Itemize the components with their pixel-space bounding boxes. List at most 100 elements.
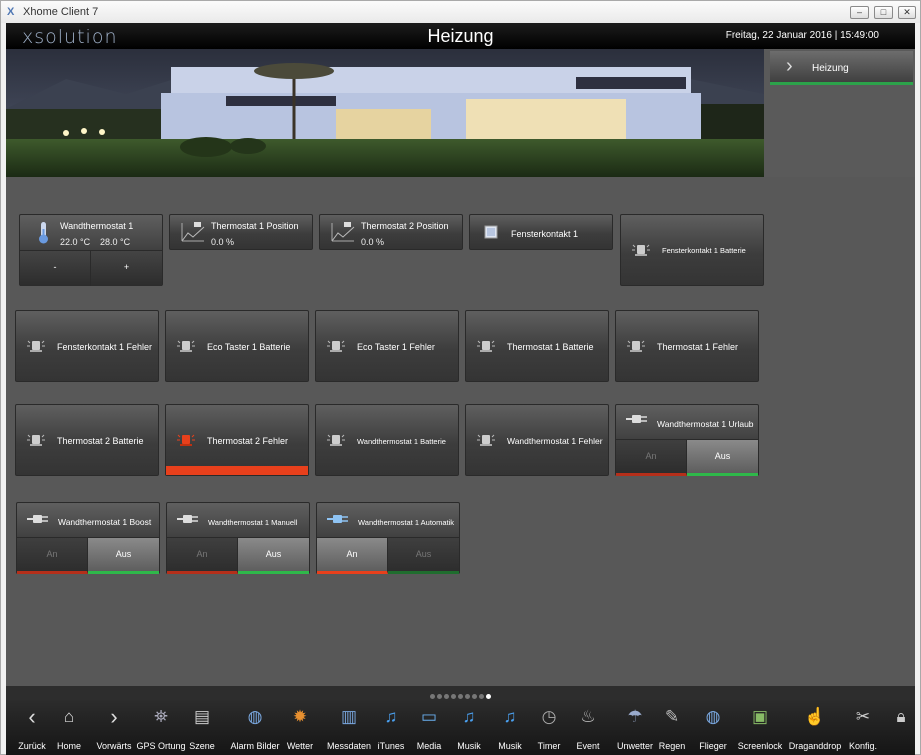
window-icon bbox=[484, 225, 498, 239]
tile-wandthermostat-1-batterie[interactable]: Wandthermostat 1 Batterie bbox=[315, 404, 459, 476]
tile-label: Fensterkontakt 1 bbox=[511, 229, 579, 239]
tile-thermostat-2-fehler[interactable]: Thermostat 2 Fehler bbox=[165, 404, 309, 476]
toolbar-label: Screenlock bbox=[737, 741, 783, 751]
increase-button[interactable]: + bbox=[91, 251, 162, 286]
page-dot[interactable] bbox=[430, 694, 435, 699]
navigation-panel: › Heizung bbox=[764, 49, 915, 177]
picture-icon: ▣ bbox=[751, 707, 769, 726]
tile-label: Thermostat 1 Fehler bbox=[657, 342, 739, 352]
tile-thermostat-1-batterie[interactable]: Thermostat 1 Batterie bbox=[465, 310, 609, 382]
off-button[interactable]: Aus bbox=[238, 538, 309, 574]
plug-icon bbox=[626, 415, 647, 423]
tile-wandthermostat-1-fehler[interactable]: Wandthermostat 1 Fehler bbox=[465, 404, 609, 476]
datetime-display: Freitag, 22 Januar 2016 | 15:49:00 bbox=[725, 30, 879, 41]
on-button[interactable]: An bbox=[616, 440, 687, 476]
lock-button[interactable]: 🔒︎ bbox=[878, 700, 921, 755]
tile-wandthermostat-1-automatik: Wandthermostat 1 Automatik An Aus bbox=[316, 502, 460, 574]
tile-label: Wandthermostat 1 Fehler bbox=[507, 436, 603, 446]
actual-temperature: 22.0 °C bbox=[60, 237, 91, 247]
toggle-switch: An Aus bbox=[616, 439, 758, 476]
title-bar: X Xhome Client 7 – □ ✕ bbox=[1, 1, 920, 23]
globe-icon: ◍ bbox=[705, 707, 721, 726]
toolbar-label: Szene bbox=[189, 741, 215, 751]
page-dot[interactable] bbox=[472, 694, 477, 699]
tile-label: Thermostat 2 Batterie bbox=[57, 436, 144, 446]
siren-icon bbox=[477, 340, 495, 352]
tile-label: Eco Taster 1 Fehler bbox=[357, 342, 435, 352]
tile-fensterkontakt-1-batterie[interactable]: Fensterkontakt 1 Batterie bbox=[620, 214, 764, 286]
wetter-button[interactable]: ✹ Wetter bbox=[277, 700, 323, 755]
nav-heizung-button[interactable]: › Heizung bbox=[770, 51, 913, 85]
alarm-status-bar bbox=[166, 466, 308, 475]
maximize-button[interactable]: □ bbox=[874, 6, 893, 19]
on-button[interactable]: An bbox=[317, 538, 388, 574]
page-dot[interactable] bbox=[458, 694, 463, 699]
tile-thermostat-1-position[interactable]: Thermostat 1 Position 0.0 % bbox=[169, 214, 313, 250]
tile-label: Wandthermostat 1 Manuell bbox=[208, 518, 298, 527]
plug-chart-icon bbox=[331, 222, 355, 242]
page-dot-active[interactable] bbox=[486, 694, 491, 699]
house-image bbox=[6, 49, 764, 177]
tile-eco-taster-1-fehler[interactable]: Eco Taster 1 Fehler bbox=[315, 310, 459, 382]
tile-fensterkontakt-1[interactable]: Fensterkontakt 1 bbox=[469, 214, 613, 250]
tile-eco-taster-1-batterie[interactable]: Eco Taster 1 Batterie bbox=[165, 310, 309, 382]
position-value: 0.0 % bbox=[361, 237, 385, 247]
page-dot[interactable] bbox=[444, 694, 449, 699]
tile-wandthermostat-1-manuell: Wandthermostat 1 Manuell An Aus bbox=[166, 502, 310, 574]
tile-label: Thermostat 1 Position bbox=[211, 221, 299, 231]
off-button[interactable]: Aus bbox=[687, 440, 758, 476]
tile-fensterkontakt-1-fehler[interactable]: Fensterkontakt 1 Fehler bbox=[15, 310, 159, 382]
page-dot[interactable] bbox=[479, 694, 484, 699]
setpoint-controls: - + bbox=[20, 250, 162, 286]
off-button[interactable]: Aus bbox=[88, 538, 159, 574]
tile-label: Wandthermostat 1 Urlaub bbox=[657, 419, 754, 429]
music-note-icon: ♫ bbox=[462, 707, 476, 726]
page-dot[interactable] bbox=[465, 694, 470, 699]
header-bar: xsolution Heizung Freitag, 22 Januar 201… bbox=[6, 23, 915, 49]
lock-icon: 🔒︎ bbox=[896, 707, 906, 726]
off-button[interactable]: Aus bbox=[388, 538, 459, 574]
tile-label: Wandthermostat 1 Boost bbox=[58, 517, 152, 527]
application-window: X Xhome Client 7 – □ ✕ xsolution Heizung… bbox=[0, 0, 921, 755]
flieger-button[interactable]: ◍ Flieger bbox=[690, 700, 736, 755]
page-dot[interactable] bbox=[451, 694, 456, 699]
page-dot[interactable] bbox=[437, 694, 442, 699]
toggle-switch: An Aus bbox=[317, 537, 459, 574]
satellite-icon: ⛯ bbox=[154, 707, 168, 726]
plug-active-icon bbox=[327, 515, 348, 523]
close-button[interactable]: ✕ bbox=[898, 6, 916, 19]
clapperboard-icon: ▤ bbox=[193, 707, 211, 726]
globe-icon: ◍ bbox=[247, 707, 263, 726]
tile-label: Fensterkontakt 1 Fehler bbox=[57, 342, 153, 352]
bottom-toolbar: ‹ Zurück ⌂ Home › Vorwärts ⛯ GPS Ortung ▤ Sze… bbox=[6, 700, 915, 755]
siren-icon bbox=[27, 434, 45, 446]
app-logo-icon: X bbox=[7, 6, 15, 18]
plug-icon bbox=[27, 515, 48, 523]
siren-icon bbox=[327, 340, 345, 352]
tile-thermostat-2-batterie[interactable]: Thermostat 2 Batterie bbox=[15, 404, 159, 476]
siren-icon bbox=[477, 434, 495, 446]
event-button[interactable]: ♨ Event bbox=[565, 700, 611, 755]
siren-alarm-icon bbox=[177, 434, 195, 446]
nav-label: Heizung bbox=[812, 63, 849, 74]
minimize-button[interactable]: – bbox=[850, 6, 869, 19]
chevron-right-icon: › bbox=[786, 55, 793, 77]
screenlock-button[interactable]: ▣ Screenlock bbox=[737, 700, 783, 755]
on-button[interactable]: An bbox=[17, 538, 88, 574]
draganddrop-button[interactable]: ☝ Draganddrop bbox=[789, 700, 842, 755]
pen-icon: ✎ bbox=[664, 707, 680, 726]
tile-label: Eco Taster 1 Batterie bbox=[207, 342, 291, 352]
decrease-button[interactable]: - bbox=[20, 251, 91, 286]
forward-button[interactable]: › Vorwärts bbox=[91, 700, 137, 755]
tile-thermostat-1-fehler[interactable]: Thermostat 1 Fehler bbox=[615, 310, 759, 382]
tile-wandthermostat-1-urlaub: Wandthermostat 1 Urlaub An Aus bbox=[615, 404, 759, 476]
thermometer-icon bbox=[39, 222, 48, 244]
szene-button[interactable]: ▤ Szene bbox=[179, 700, 225, 755]
position-value: 0.0 % bbox=[211, 237, 235, 247]
tile-label: Wandthermostat 1 Automatik bbox=[358, 518, 455, 527]
tile-wandthermostat-1-boost: Wandthermostat 1 Boost An Aus bbox=[16, 502, 160, 574]
tile-thermostat-2-position[interactable]: Thermostat 2 Position 0.0 % bbox=[319, 214, 463, 250]
home-icon: ⌂ bbox=[63, 707, 75, 726]
siren-icon bbox=[627, 340, 645, 352]
on-button[interactable]: An bbox=[167, 538, 238, 574]
